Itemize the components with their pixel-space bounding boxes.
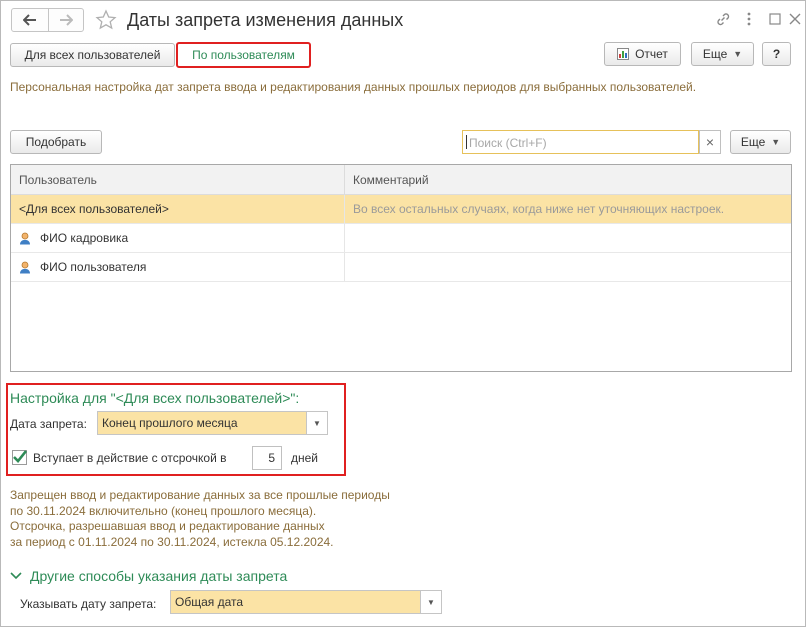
column-header-comment[interactable]: Комментарий: [344, 165, 791, 194]
nav-buttons: [11, 8, 84, 32]
row-user-cell: ФИО кадровика: [11, 224, 344, 252]
row-comment: [344, 253, 791, 281]
chevron-down-icon: ▼: [427, 597, 435, 607]
arrow-right-icon: [59, 14, 73, 26]
forward-button[interactable]: [47, 9, 84, 31]
dropdown-button[interactable]: ▼: [306, 412, 327, 434]
more-actions-button[interactable]: Еще ▼: [691, 42, 754, 66]
page-description: Персональная настройка дат запрета ввода…: [10, 80, 697, 94]
user-icon: [20, 232, 30, 244]
more-label: Еще: [702, 47, 728, 61]
info-line: за период с 01.11.2024 по 30.11.2024, ис…: [10, 534, 334, 549]
delay-checkbox[interactable]: [12, 450, 27, 465]
other-methods-label: Указывать дату запрета:: [20, 597, 157, 611]
table-row[interactable]: ФИО пользователя: [11, 253, 791, 282]
all-users-mode-button[interactable]: Для всех пользователей: [10, 43, 175, 67]
settings-header: Настройка для "<Для всех пользователей>"…: [10, 390, 300, 406]
user-icon: [20, 261, 30, 273]
close-icon[interactable]: [789, 13, 801, 25]
delay-label: Вступает в действие с отсрочкой в: [33, 451, 227, 465]
pick-button[interactable]: Подобрать: [10, 130, 102, 154]
other-methods-header: Другие способы указания даты запрета: [30, 568, 288, 584]
delay-unit: дней: [291, 451, 319, 465]
other-methods-toggle[interactable]: Другие способы указания даты запрета: [10, 568, 287, 584]
help-button[interactable]: ?: [762, 42, 791, 66]
more-vert-icon[interactable]: [746, 11, 752, 27]
report-icon: [617, 48, 630, 60]
clear-search-button[interactable]: ×: [699, 130, 721, 154]
report-label: Отчет: [635, 47, 668, 61]
row-user-cell: ФИО пользователя: [11, 253, 344, 281]
column-header-user[interactable]: Пользователь: [11, 165, 344, 194]
checkmark-icon: [13, 450, 27, 463]
table-header: Пользователь Комментарий: [11, 165, 791, 195]
chevron-down-icon: [10, 572, 22, 580]
by-users-mode-button[interactable]: По пользователям: [176, 42, 311, 68]
report-button[interactable]: Отчет: [604, 42, 681, 66]
users-table[interactable]: Пользователь Комментарий <Для всех польз…: [10, 164, 792, 372]
dropdown-button[interactable]: ▼: [420, 591, 441, 613]
list-more-label: Еще: [740, 135, 766, 149]
maximize-icon[interactable]: [769, 13, 781, 25]
info-line: Отсрочка, разрешавшая ввод и редактирова…: [10, 519, 325, 533]
dialog-window: Даты запрета изменения данных Для всех п…: [0, 0, 806, 627]
link-icon[interactable]: [715, 11, 731, 27]
date-select[interactable]: Конец прошлого месяца ▼: [97, 411, 328, 435]
row-user: ФИО пользователя: [40, 260, 147, 274]
arrow-left-icon: [22, 14, 36, 26]
row-user: <Для всех пользователей>: [19, 202, 169, 216]
back-button[interactable]: [12, 9, 48, 31]
search-input[interactable]: Поиск (Ctrl+F): [462, 130, 699, 154]
text-cursor: [466, 135, 467, 149]
date-method-value: Общая дата: [175, 595, 244, 609]
date-value: Конец прошлого месяца: [102, 416, 238, 430]
favorite-star-icon[interactable]: [95, 9, 117, 31]
row-user: ФИО кадровика: [40, 231, 129, 245]
table-row[interactable]: <Для всех пользователей> Во всех остальн…: [11, 195, 791, 224]
window-title: Даты запрета изменения данных: [127, 10, 404, 30]
chevron-down-icon: ▼: [733, 49, 743, 59]
info-text: Запрещен ввод и редактирование данных за…: [10, 488, 390, 550]
date-label: Дата запрета:: [10, 417, 87, 431]
date-method-select[interactable]: Общая дата ▼: [170, 590, 442, 614]
list-more-button[interactable]: Еще ▼: [730, 130, 791, 154]
search-placeholder: Поиск (Ctrl+F): [469, 136, 547, 150]
info-line: по 30.11.2024 включительно (конец прошло…: [10, 503, 317, 518]
delay-days-input[interactable]: 5: [252, 446, 282, 470]
chevron-down-icon: ▼: [771, 137, 781, 147]
row-comment: [344, 224, 791, 252]
info-line: Запрещен ввод и редактирование данных за…: [10, 488, 390, 502]
table-row[interactable]: ФИО кадровика: [11, 224, 791, 253]
row-comment: Во всех остальных случаях, когда ниже не…: [344, 195, 791, 223]
chevron-down-icon: ▼: [313, 418, 321, 428]
